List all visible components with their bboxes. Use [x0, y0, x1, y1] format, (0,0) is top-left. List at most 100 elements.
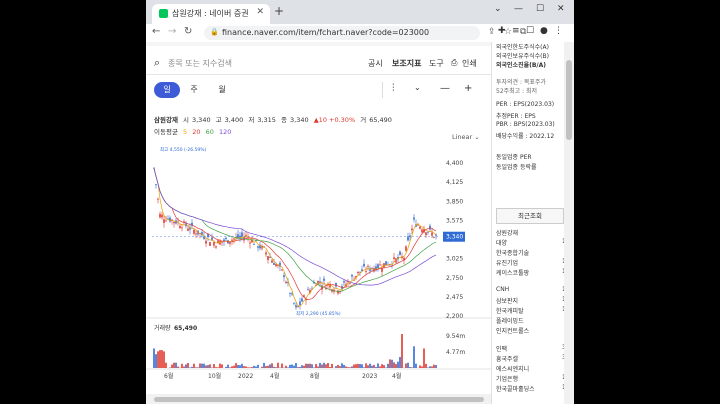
tab-search-icon[interactable]: ⌄ [494, 4, 502, 14]
volume-bar [307, 363, 309, 368]
volume-bar [177, 366, 179, 368]
close-value: 3,340 [290, 116, 309, 124]
recent-item[interactable]: 대양 [496, 238, 507, 247]
horizontal-scrollbar[interactable] [146, 394, 491, 404]
reading-list-icon[interactable]: ☐ [526, 26, 534, 36]
change-value: ▲10 +0.30% [313, 116, 356, 124]
volume-bar [309, 363, 311, 368]
stock-chart[interactable]: 4,4004,1253,8503,5753,3003,0252,7502,475… [146, 140, 491, 394]
new-tab-button[interactable]: + [274, 4, 284, 18]
close-tab-icon[interactable]: ✕ [256, 7, 264, 17]
candle-body [165, 220, 167, 222]
url-field[interactable]: 🔒 finance.naver.com/item/fchart.naver?co… [204, 26, 480, 40]
candle-body [205, 240, 207, 244]
profile-icon[interactable]: ● [540, 26, 548, 36]
candle-body [271, 260, 273, 263]
candle-chart-icon[interactable]: ⫶ [392, 83, 395, 94]
zoom-in-icon[interactable]: + [464, 83, 472, 94]
candle-body [411, 228, 413, 231]
playlist-icon[interactable]: ≡ [512, 26, 520, 36]
tools-link[interactable]: 도구 [429, 58, 444, 69]
disclosure-link[interactable]: 공시 [368, 58, 383, 69]
tab-title: 삼원강재 : 네이버 증권 [172, 9, 249, 18]
candle-body [357, 271, 359, 274]
volume-bar [331, 363, 333, 368]
recent-view-tab[interactable]: 최근조회 [496, 208, 564, 224]
indicator-link[interactable]: 보조지표 [392, 58, 421, 69]
volume-bar [191, 366, 193, 368]
recent-item[interactable]: 한국캐피탈 [496, 306, 524, 315]
volume-bar [221, 364, 223, 368]
volume-bar [343, 364, 345, 368]
y-tick-label: 2,475 [446, 294, 463, 301]
recent-item[interactable]: 폴레이밍드 [496, 316, 524, 325]
ma5-line [153, 168, 437, 307]
candle-body [273, 263, 275, 265]
recent-item[interactable]: 인지컨트롤스 [496, 326, 529, 335]
volume-bar [357, 363, 359, 368]
period-week-button[interactable]: 주 [186, 82, 202, 98]
menu-icon[interactable]: ⋮ [554, 26, 563, 36]
volume-bar [411, 367, 413, 368]
volume-bar [153, 348, 155, 368]
search-input[interactable]: 종목 또는 지수검색 [168, 58, 232, 69]
x-tick-label: 2023 [362, 373, 377, 380]
period-month-button[interactable]: 월 [214, 82, 230, 98]
candle-body [161, 214, 163, 218]
forward-icon[interactable]: → [168, 26, 176, 37]
minimize-icon[interactable]: — [514, 4, 523, 14]
vertical-scroll-thumb[interactable] [566, 60, 572, 140]
print-link[interactable]: 인쇄 [462, 58, 477, 69]
candle-body [215, 246, 217, 248]
recent-item[interactable]: 인팩 [496, 344, 507, 353]
maximize-icon[interactable]: ☐ [536, 4, 544, 14]
candle-body [409, 235, 411, 238]
candle-body [281, 269, 283, 271]
industry-line-1: 동일업종 PER [496, 154, 532, 161]
candle-body [363, 263, 365, 267]
horizontal-scroll-thumb[interactable] [154, 397, 484, 402]
puzzle-icon[interactable]: ✚ [498, 26, 506, 36]
recent-item[interactable]: 기업은행 [496, 374, 518, 383]
recent-item[interactable]: 한국종합기술 [496, 248, 529, 257]
candle-body [289, 293, 291, 294]
recent-item[interactable]: 한국콜마홀딩스 [496, 384, 535, 393]
volume-bar [255, 366, 257, 368]
volume-bar [287, 367, 289, 368]
chevron-down-icon[interactable]: ⌄ [414, 83, 421, 92]
recent-item[interactable]: CNH [496, 286, 509, 293]
ma120-label: 120 [218, 128, 232, 136]
recent-item[interactable]: 유진기업 [496, 258, 518, 267]
vertical-scrollbar[interactable] [564, 42, 574, 404]
valuation-line-4: 배당수익률 : 2022.12 [496, 133, 555, 140]
volume-bar [261, 366, 263, 368]
recent-item[interactable]: 삼보판지 [496, 296, 518, 305]
candle-body [293, 302, 295, 304]
close-window-icon[interactable]: ✕ [557, 4, 565, 14]
close-label: 종 [281, 116, 287, 124]
recent-item[interactable]: 에스씨엔지니 [496, 364, 529, 373]
right-info-panel: ✚ ≡ ☐ ● ⋮ 외국인한도주식수(A) 외국인보유주식수(B) 외국인소진율… [491, 26, 574, 404]
volume-bar [305, 363, 307, 368]
reload-icon[interactable]: ↻ [184, 26, 192, 37]
volume-bar [195, 367, 197, 368]
candle-body [343, 281, 345, 283]
browser-tab[interactable]: 삼원강재 : 네이버 증권 ✕ [152, 4, 270, 24]
volume-bar [219, 363, 221, 368]
tab-strip: 삼원강재 : 네이버 증권 ✕ + ⌄ — ☐ ✕ [146, 0, 574, 24]
print-icon[interactable]: ⎙ [451, 58, 457, 68]
candle-body [195, 233, 197, 235]
volume-bar [185, 364, 187, 368]
volume-bar [393, 362, 395, 368]
zoom-out-icon[interactable]: — [440, 83, 450, 94]
volume-bar [187, 363, 189, 368]
back-icon[interactable]: ← [152, 26, 160, 37]
volume-bar [361, 364, 363, 368]
recent-item[interactable]: 삼원강재 [496, 228, 518, 237]
recent-item[interactable]: 흥국주셀 [496, 354, 518, 363]
recent-item[interactable]: 케이스코툴팡 [496, 268, 529, 277]
search-icon[interactable]: ⌕ [154, 56, 160, 70]
site-header-edge [146, 42, 491, 46]
period-day-button[interactable]: 일 [154, 82, 180, 98]
share-icon[interactable]: ⇪ [488, 27, 496, 37]
